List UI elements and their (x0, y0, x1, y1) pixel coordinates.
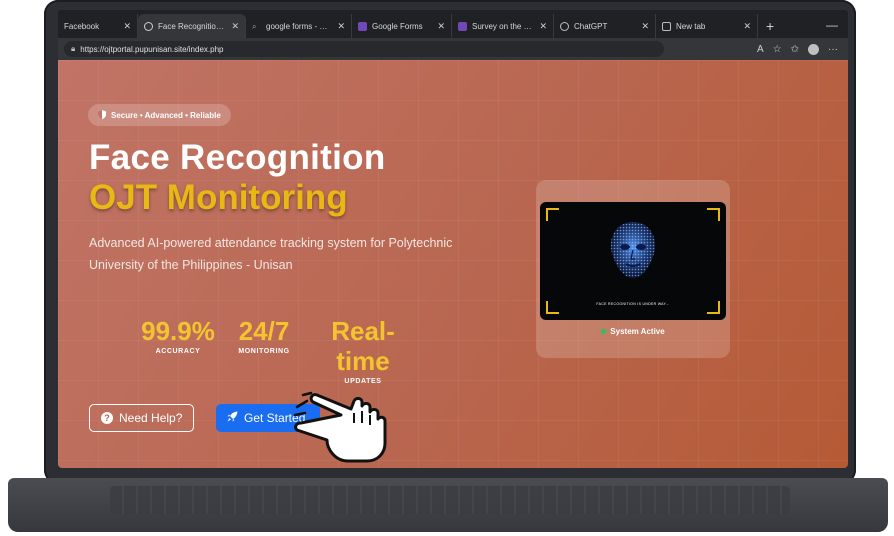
favorites-icon[interactable]: ✩ (791, 44, 799, 55)
stat-value: 24/7 (238, 316, 290, 346)
globe-icon (144, 21, 153, 31)
close-tab-icon[interactable]: ✕ (539, 21, 547, 32)
browser-window: Facebook ✕ Face Recognition C ✕ ⌕ google… (58, 10, 848, 468)
close-tab-icon[interactable]: ✕ (641, 21, 649, 32)
stat-value: Real-time (331, 316, 395, 376)
more-options-icon[interactable]: ··· (828, 44, 838, 55)
camera-caption: FACE RECOGNITION IS UNDER WAY... (596, 302, 670, 306)
system-status: System Active (536, 327, 730, 336)
face-scan-icon (610, 222, 656, 278)
tab-survey[interactable]: Survey on the Devi ✕ (452, 14, 554, 38)
stat-accuracy: 99.9% ACCURACY (132, 316, 224, 355)
forms-icon (458, 21, 467, 31)
stat-value: 99.9% (141, 316, 215, 346)
rocket-icon (227, 411, 238, 425)
newtab-icon (662, 21, 671, 31)
url-text: https://ojtportal.pupunisan.site/index.p… (80, 44, 224, 54)
laptop-keyboard (110, 486, 790, 514)
minimize-icon[interactable]: — (816, 18, 848, 38)
landing-page: Secure • Advanced • Reliable Face Recogn… (58, 60, 848, 468)
security-badge: Secure • Advanced • Reliable (88, 104, 231, 126)
pointing-hand-icon (293, 391, 387, 463)
read-aloud-icon[interactable]: A (757, 44, 764, 55)
camera-view: FACE RECOGNITION IS UNDER WAY... (540, 202, 726, 320)
badge-text: Secure • Advanced • Reliable (111, 110, 221, 120)
camera-card: FACE RECOGNITION IS UNDER WAY... System … (536, 180, 730, 358)
stat-updates: Real-time UPDATES (320, 316, 406, 385)
tab-chatgpt[interactable]: ChatGPT ✕ (554, 14, 656, 38)
chatgpt-icon (560, 21, 569, 31)
close-tab-icon[interactable]: ✕ (337, 21, 345, 32)
tab-label: Google Forms (372, 21, 423, 31)
frame-corner (546, 208, 559, 221)
close-tab-icon[interactable]: ✕ (231, 21, 239, 32)
tab-label: Face Recognition C (158, 21, 227, 31)
tab-bar: Facebook ✕ Face Recognition C ✕ ⌕ google… (58, 10, 848, 38)
page-title: Face Recognition (89, 138, 386, 177)
close-tab-icon[interactable]: ✕ (437, 21, 445, 32)
forms-icon (358, 21, 367, 31)
frame-corner (707, 208, 720, 221)
close-tab-icon[interactable]: ✕ (123, 21, 131, 32)
tab-label: Facebook (64, 21, 100, 31)
stat-label: ACCURACY (155, 348, 201, 355)
search-icon: ⌕ (252, 21, 257, 31)
favorite-star-icon[interactable]: ☆ (773, 44, 782, 55)
new-tab-button[interactable]: + (758, 18, 782, 38)
stat-monitoring: 24/7 MONITORING (228, 316, 300, 355)
tab-google-forms[interactable]: Google Forms ✕ (352, 14, 452, 38)
tab-label: New tab (676, 21, 706, 31)
need-help-label: Need Help? (119, 411, 183, 425)
tab-label: Survey on the Devi (472, 21, 535, 31)
tab-new-tab[interactable]: New tab ✕ (656, 14, 758, 38)
hero-description: Advanced AI-powered attendance tracking … (89, 236, 453, 272)
stat-label: MONITORING (238, 348, 290, 355)
profile-avatar[interactable] (808, 43, 819, 55)
status-text: System Active (610, 327, 665, 336)
shield-icon (98, 109, 106, 121)
question-icon: ? (101, 412, 113, 424)
tab-label: ChatGPT (574, 21, 608, 31)
lock-icon: 🔒︎ (71, 44, 76, 53)
tab-face-recognition[interactable]: Face Recognition C ✕ (138, 14, 246, 38)
close-tab-icon[interactable]: ✕ (743, 21, 751, 32)
page-subtitle: OJT Monitoring (89, 178, 348, 217)
tab-google-search[interactable]: ⌕ google forms - Sea ✕ (246, 14, 352, 38)
need-help-button[interactable]: ? Need Help? (89, 404, 195, 432)
toolbar-icons: A ☆ ✩ ··· (757, 43, 848, 55)
url-field[interactable]: 🔒︎ https://ojtportal.pupunisan.site/inde… (64, 41, 664, 57)
address-bar: 🔒︎ https://ojtportal.pupunisan.site/inde… (58, 38, 848, 60)
status-dot-icon (601, 329, 607, 335)
tab-label: google forms - Sea (266, 21, 333, 31)
tab-facebook[interactable]: Facebook ✕ (58, 14, 138, 38)
